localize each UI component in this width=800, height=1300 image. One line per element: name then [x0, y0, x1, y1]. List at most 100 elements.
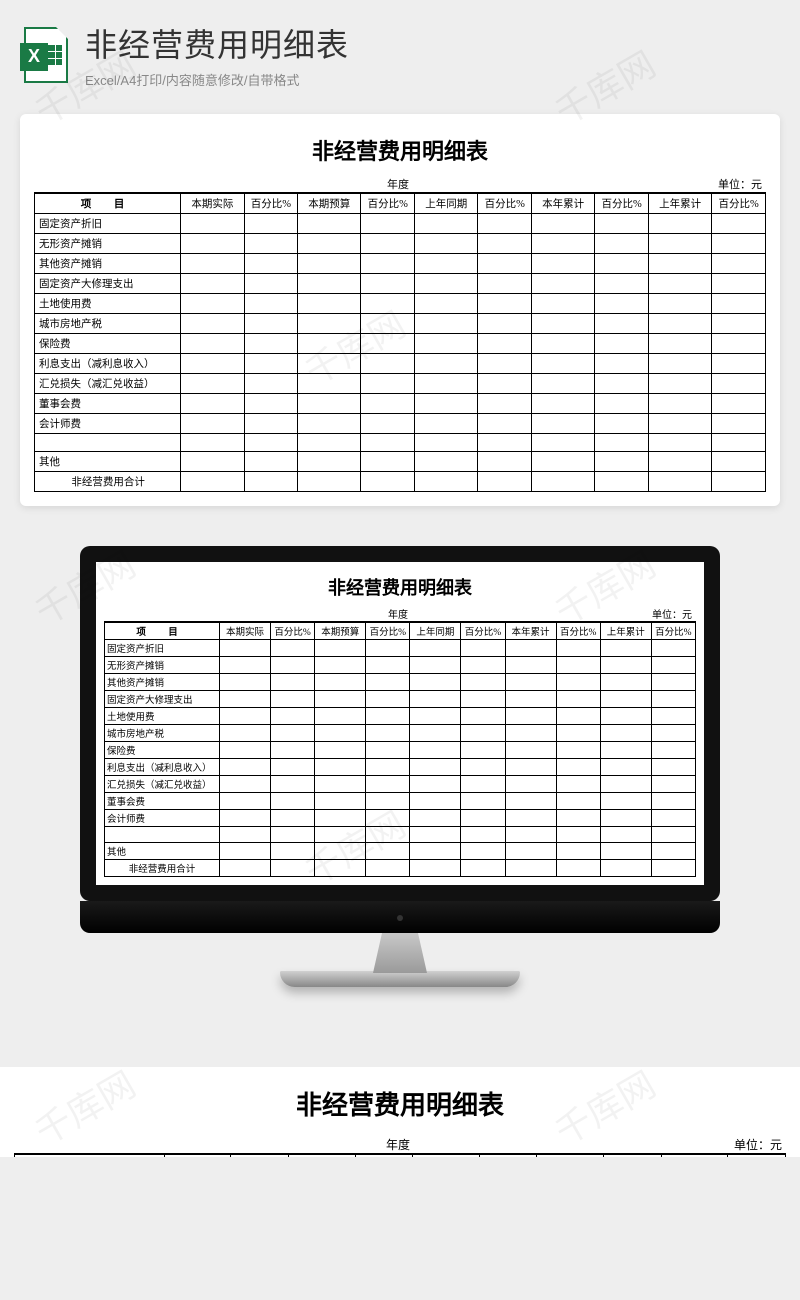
cell[interactable] [415, 334, 478, 354]
cell[interactable] [595, 394, 649, 414]
cell[interactable] [595, 274, 649, 294]
cell[interactable] [478, 314, 532, 334]
cell[interactable] [505, 674, 556, 691]
cell[interactable] [244, 414, 298, 434]
cell[interactable] [600, 843, 651, 860]
cell[interactable] [244, 294, 298, 314]
cell[interactable] [505, 725, 556, 742]
cell[interactable] [220, 810, 271, 827]
cell[interactable] [712, 374, 766, 394]
cell[interactable] [181, 472, 244, 492]
cell[interactable] [556, 793, 600, 810]
cell[interactable] [315, 843, 366, 860]
cell[interactable] [244, 274, 298, 294]
cell[interactable] [181, 374, 244, 394]
cell[interactable] [415, 452, 478, 472]
cell[interactable] [595, 374, 649, 394]
cell[interactable] [410, 691, 461, 708]
cell[interactable] [361, 254, 415, 274]
cell[interactable] [651, 759, 695, 776]
cell[interactable] [556, 810, 600, 827]
cell[interactable] [361, 334, 415, 354]
cell[interactable] [461, 725, 505, 742]
cell[interactable] [220, 843, 271, 860]
cell[interactable] [415, 472, 478, 492]
cell[interactable] [361, 234, 415, 254]
cell[interactable] [532, 294, 595, 314]
cell[interactable] [271, 691, 315, 708]
cell[interactable] [478, 414, 532, 434]
cell[interactable] [478, 214, 532, 234]
cell[interactable] [315, 759, 366, 776]
cell[interactable] [415, 234, 478, 254]
cell[interactable] [600, 810, 651, 827]
cell[interactable] [712, 434, 766, 452]
cell[interactable] [298, 414, 361, 434]
cell[interactable] [478, 274, 532, 294]
cell[interactable] [712, 294, 766, 314]
cell[interactable] [366, 640, 410, 657]
cell[interactable] [712, 414, 766, 434]
cell[interactable] [648, 414, 711, 434]
cell[interactable] [415, 294, 478, 314]
cell[interactable] [556, 725, 600, 742]
cell[interactable] [595, 354, 649, 374]
cell[interactable] [651, 793, 695, 810]
cell[interactable] [410, 708, 461, 725]
cell[interactable] [595, 254, 649, 274]
cell[interactable] [505, 810, 556, 827]
cell[interactable] [366, 742, 410, 759]
cell[interactable] [556, 742, 600, 759]
cell[interactable] [244, 374, 298, 394]
cell[interactable] [315, 860, 366, 877]
cell[interactable] [648, 374, 711, 394]
cell[interactable] [648, 314, 711, 334]
cell[interactable] [651, 640, 695, 657]
cell[interactable] [366, 827, 410, 843]
cell[interactable] [712, 394, 766, 414]
cell[interactable] [712, 334, 766, 354]
cell[interactable] [361, 452, 415, 472]
cell[interactable] [271, 657, 315, 674]
cell[interactable] [361, 294, 415, 314]
cell[interactable] [181, 294, 244, 314]
cell[interactable] [271, 843, 315, 860]
cell[interactable] [415, 254, 478, 274]
cell[interactable] [410, 725, 461, 742]
cell[interactable] [461, 674, 505, 691]
cell[interactable] [181, 452, 244, 472]
cell[interactable] [600, 776, 651, 793]
cell[interactable] [410, 742, 461, 759]
cell[interactable] [298, 472, 361, 492]
cell[interactable] [415, 414, 478, 434]
cell[interactable] [361, 434, 415, 452]
cell[interactable] [181, 314, 244, 334]
cell[interactable] [271, 742, 315, 759]
cell[interactable] [461, 691, 505, 708]
cell[interactable] [461, 742, 505, 759]
cell[interactable] [271, 827, 315, 843]
cell[interactable] [315, 725, 366, 742]
cell[interactable] [651, 843, 695, 860]
cell[interactable] [712, 274, 766, 294]
cell[interactable] [556, 860, 600, 877]
cell[interactable] [220, 776, 271, 793]
cell[interactable] [366, 674, 410, 691]
cell[interactable] [361, 354, 415, 374]
cell[interactable] [271, 759, 315, 776]
cell[interactable] [181, 274, 244, 294]
cell[interactable] [461, 843, 505, 860]
cell[interactable] [366, 860, 410, 877]
cell[interactable] [532, 472, 595, 492]
cell[interactable] [415, 274, 478, 294]
cell[interactable] [220, 827, 271, 843]
cell[interactable] [361, 274, 415, 294]
cell[interactable] [220, 674, 271, 691]
cell[interactable] [366, 776, 410, 793]
cell[interactable] [461, 657, 505, 674]
cell[interactable] [410, 674, 461, 691]
cell[interactable] [595, 314, 649, 334]
cell[interactable] [505, 691, 556, 708]
cell[interactable] [595, 294, 649, 314]
cell[interactable] [315, 793, 366, 810]
